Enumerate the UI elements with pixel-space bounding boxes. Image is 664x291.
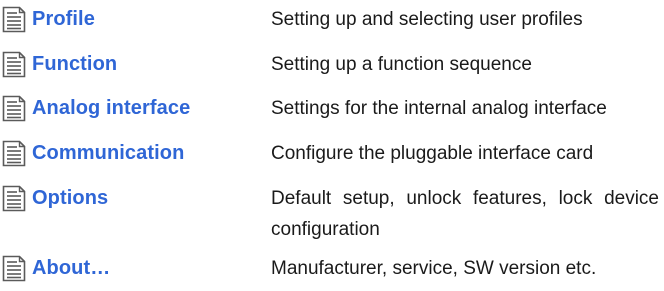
menu-link-about[interactable]: About… [0,253,110,283]
menu-label: Communication [32,141,185,164]
menu-description: Settings for the internal analog interfa… [271,98,607,119]
menu-link-communication[interactable]: Communication [0,138,184,168]
menu-description: Manufacturer, service, SW version etc. [271,258,597,279]
menu-description: Configure the pluggable interface card [271,143,594,164]
document-icon [1,95,27,122]
menu-description: Setting up and selecting user profiles [271,9,583,30]
menu-link-analog-interface[interactable]: Analog interface [0,93,190,123]
menu-link-function[interactable]: Function [0,49,117,79]
menu-label: Options [32,186,109,209]
menu-label: Function [32,52,118,75]
menu-label: Analog interface [32,96,191,119]
menu-description: Default setup, unlock features, lock dev… [271,188,659,240]
document-icon [1,185,27,212]
document-icon [1,140,27,167]
menu-label: About… [32,256,111,279]
menu-description: Setting up a function sequence [271,54,532,75]
menu-label: Profile [32,7,95,30]
document-icon [1,6,27,33]
document-icon [1,51,27,78]
menu-link-options[interactable]: Options [0,183,108,213]
document-icon [1,255,27,282]
menu-link-profile[interactable]: Profile [0,4,95,34]
